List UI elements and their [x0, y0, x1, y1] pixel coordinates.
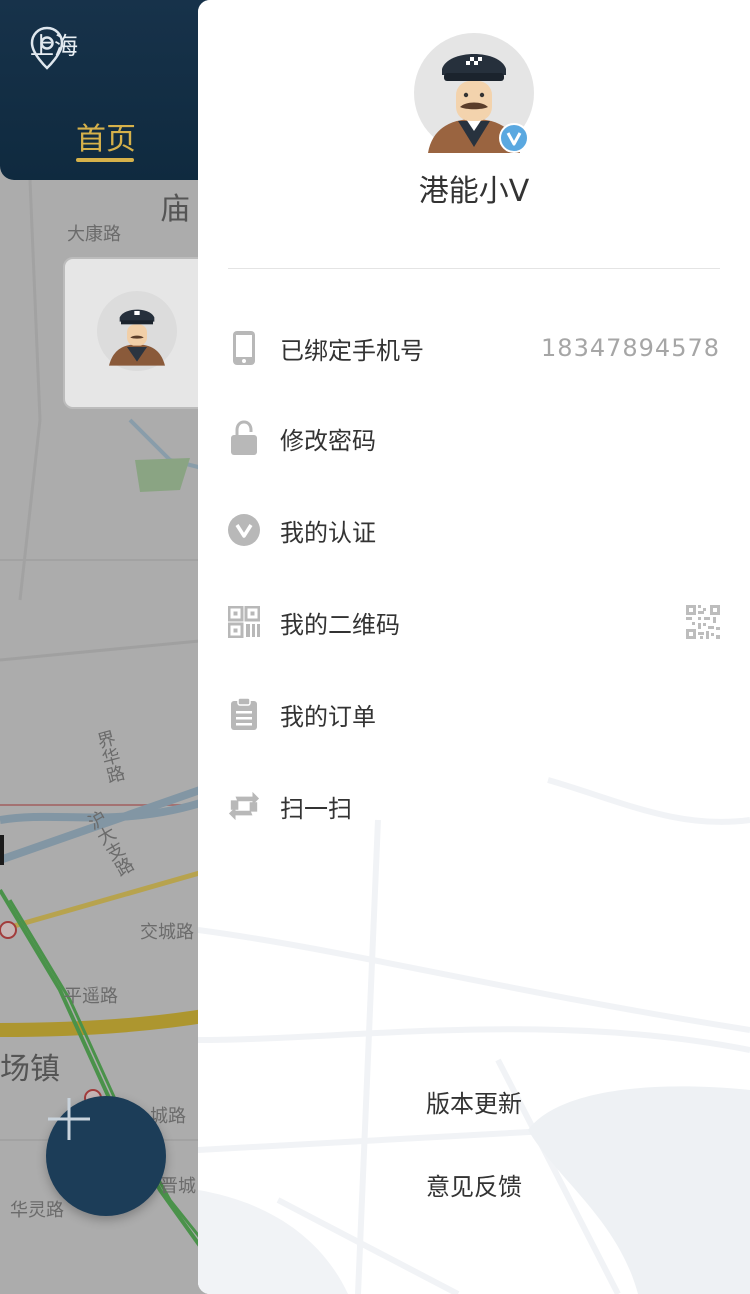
username: 港能小V	[418, 174, 530, 209]
feedback-link[interactable]: 意见反馈	[198, 1167, 750, 1202]
location-pin-icon	[30, 26, 64, 70]
menu-label: 我的二维码	[280, 610, 400, 639]
add-button[interactable]	[46, 1096, 166, 1216]
city-selector[interactable]: 上海	[30, 26, 78, 70]
map-label: 交城路	[140, 922, 194, 943]
scan-icon	[228, 788, 260, 824]
top-header: 上海 首页	[0, 0, 210, 180]
menu-item-my-orders[interactable]: 我的订单	[198, 684, 750, 744]
menu-item-change-password[interactable]: 修改密码	[198, 408, 750, 468]
menu-item-bound-phone[interactable]: 已绑定手机号 18347894578	[198, 318, 750, 378]
map-label: 场镇	[0, 1052, 60, 1087]
plus-icon	[48, 1098, 90, 1140]
map-label: 庙	[160, 192, 190, 227]
qrcode-icon	[228, 604, 260, 640]
tab-home[interactable]: 首页	[76, 114, 136, 158]
clipboard-icon	[228, 696, 260, 732]
menu-label: 我的订单	[280, 702, 376, 731]
menu-item-my-qrcode[interactable]: 我的二维码	[198, 592, 750, 652]
version-update-link[interactable]: 版本更新	[198, 1084, 750, 1119]
menu-label: 扫一扫	[280, 794, 352, 823]
menu-label: 修改密码	[280, 426, 376, 455]
user-avatar[interactable]	[414, 33, 534, 153]
qrcode-thumbnail-icon	[686, 605, 720, 639]
phone-icon	[228, 330, 260, 366]
map-label: 晋城	[160, 1176, 196, 1197]
menu-label: 已绑定手机号	[280, 336, 424, 365]
map-label: 华灵路	[10, 1200, 64, 1221]
side-drawer: 港能小V 已绑定手机号 18347894578 修改密码 我的认证 我的二维码 …	[198, 0, 750, 1294]
menu-label: 我的认证	[280, 518, 376, 547]
driver-avatar	[97, 291, 177, 371]
tab-home-underline	[76, 158, 134, 162]
verified-badge-icon	[499, 123, 529, 153]
driver-card[interactable]	[63, 257, 213, 409]
lock-icon	[228, 420, 260, 456]
menu-item-my-verification[interactable]: 我的认证	[198, 500, 750, 560]
phone-number: 18347894578	[541, 334, 720, 362]
map-label: 平遥路	[64, 986, 118, 1007]
profile-divider	[228, 268, 720, 269]
menu-item-scan[interactable]: 扫一扫	[198, 776, 750, 836]
map-label: 大康路	[67, 224, 121, 245]
verify-icon	[228, 512, 260, 548]
